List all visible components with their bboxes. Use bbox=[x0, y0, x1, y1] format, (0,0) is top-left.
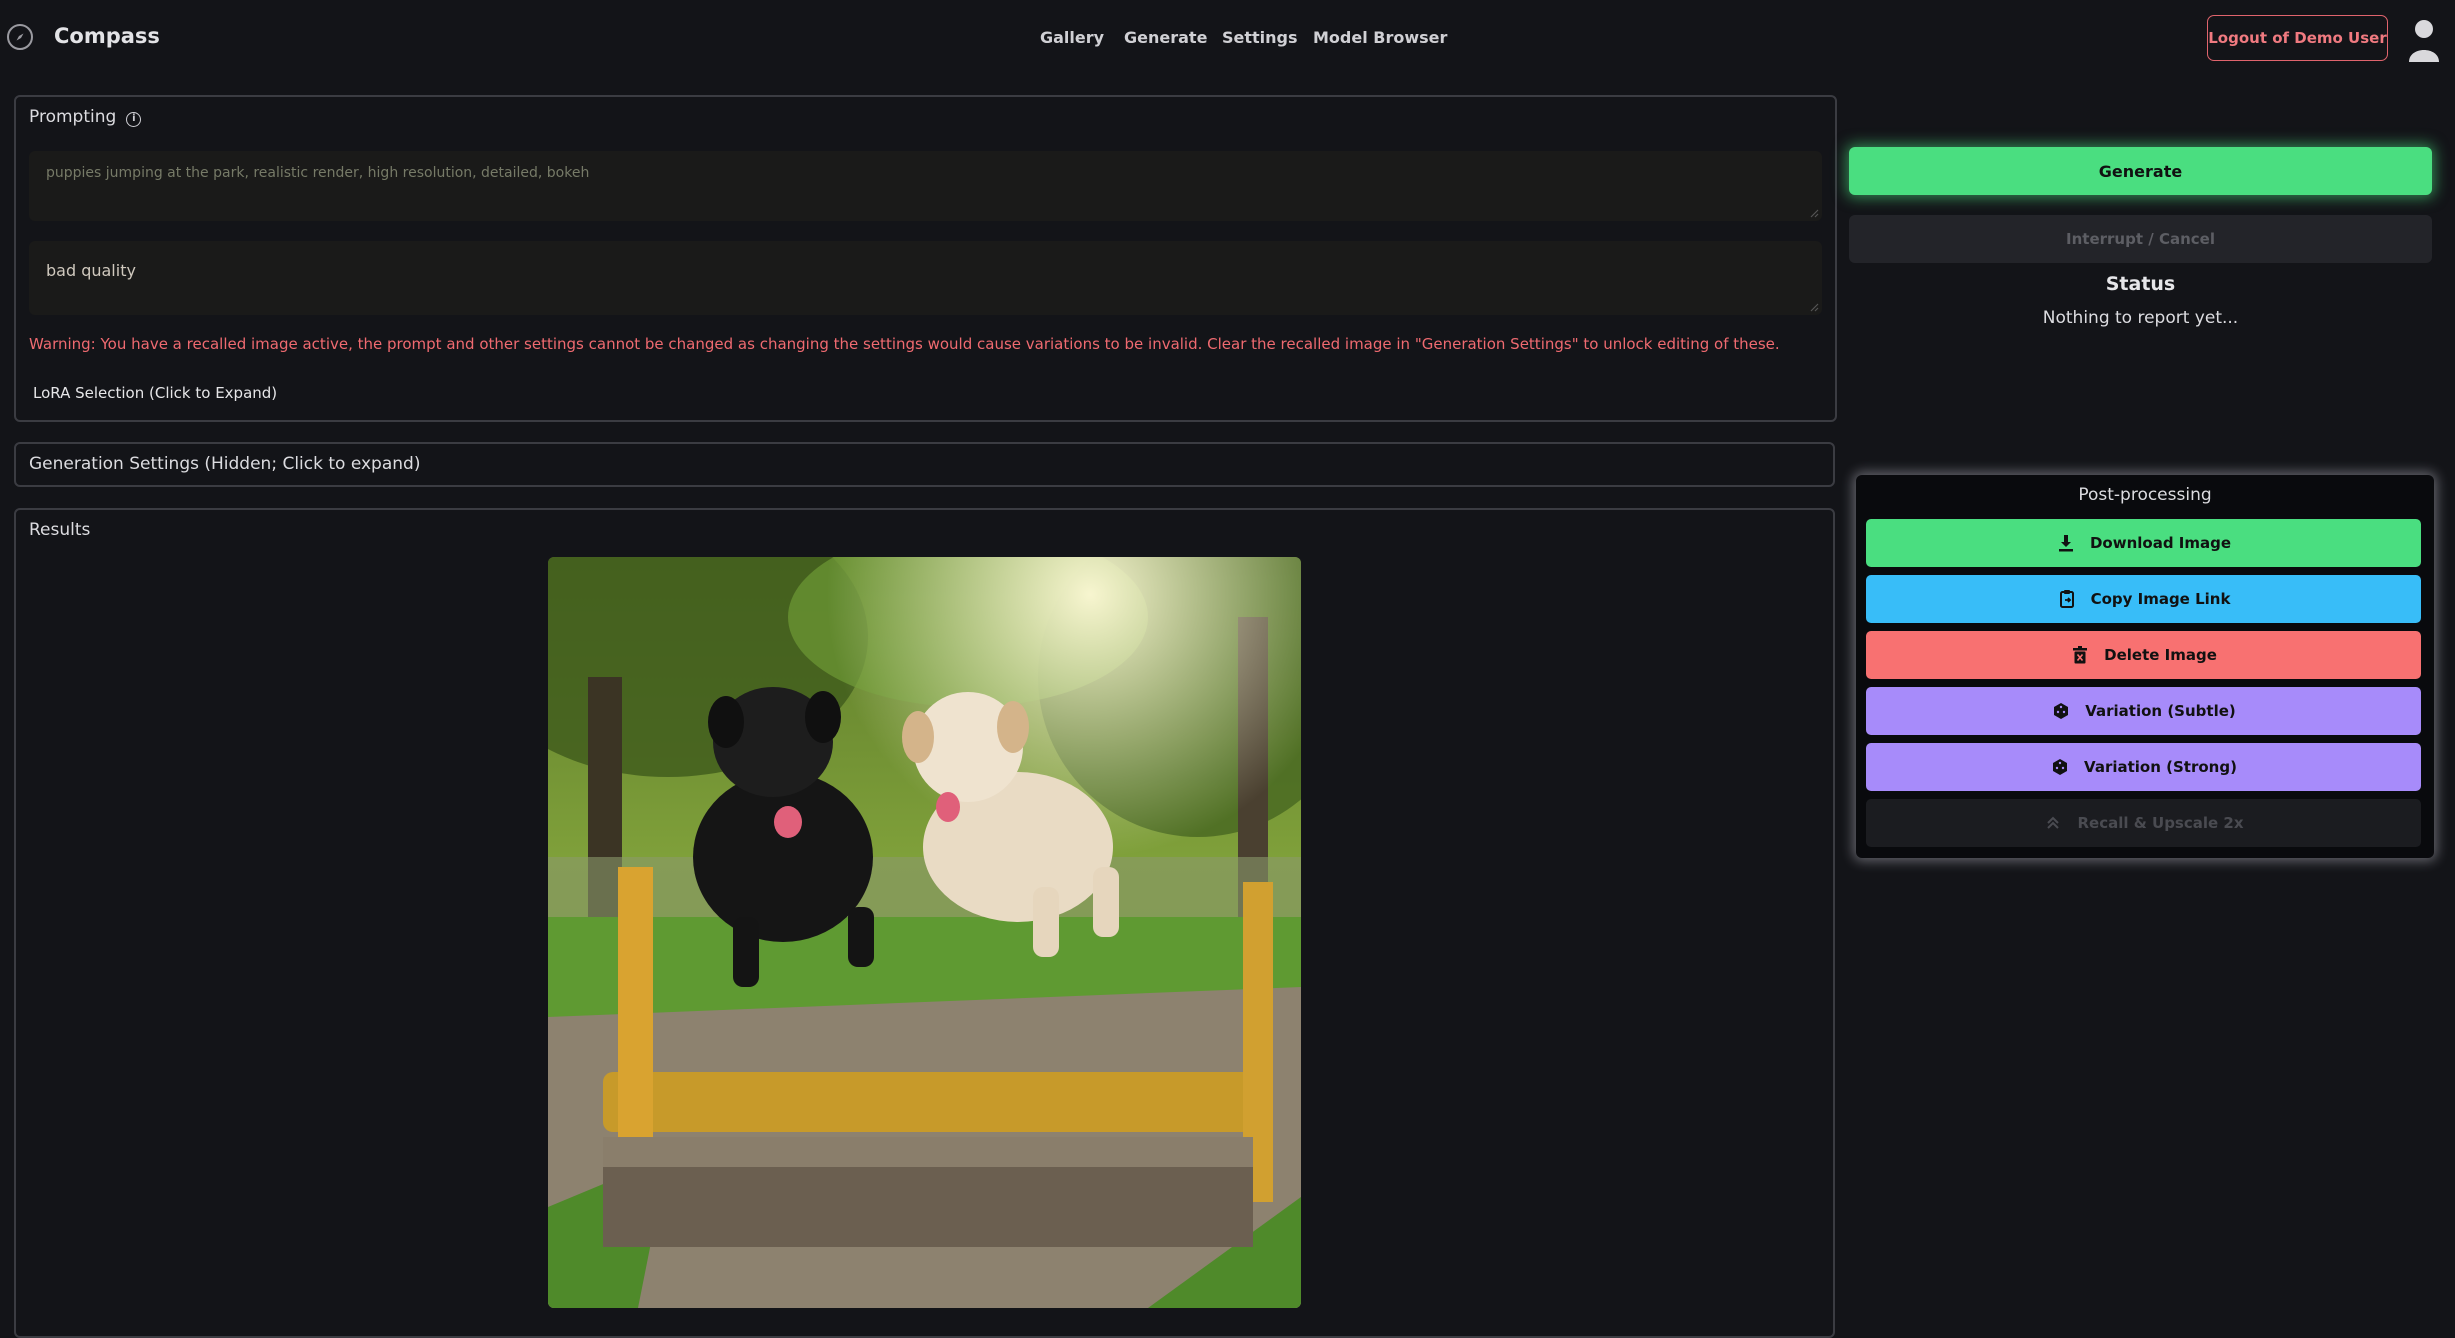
positive-prompt-placeholder: puppies jumping at the park, realistic r… bbox=[46, 165, 590, 181]
prompting-title: Prompting i bbox=[29, 107, 142, 127]
resize-handle-icon[interactable] bbox=[1809, 302, 1819, 312]
chevrons-up-icon bbox=[2047, 816, 2060, 829]
info-icon[interactable]: i bbox=[126, 112, 142, 127]
prompting-title-text: Prompting bbox=[29, 107, 117, 127]
lora-selection-toggle[interactable]: LoRA Selection (Click to Expand) bbox=[33, 384, 277, 402]
top-navbar: Compass Gallery Generate Settings Model … bbox=[0, 0, 2455, 78]
logout-button[interactable]: Logout of Demo User bbox=[2207, 15, 2388, 61]
dice-icon bbox=[2053, 759, 2068, 775]
recall-upscale-label: Recall & Upscale 2x bbox=[2077, 814, 2244, 832]
nav-settings[interactable]: Settings bbox=[1222, 28, 1298, 47]
results-title: Results bbox=[29, 520, 91, 540]
delete-image-button[interactable]: Delete Image bbox=[1866, 631, 2421, 679]
brand-name[interactable]: Compass bbox=[54, 24, 160, 48]
variation-subtle-button[interactable]: Variation (Subtle) bbox=[1866, 687, 2421, 735]
generate-button[interactable]: Generate bbox=[1849, 147, 2432, 195]
copy-image-link-button[interactable]: Copy Image Link bbox=[1866, 575, 2421, 623]
nav-model-browser[interactable]: Model Browser bbox=[1313, 28, 1447, 47]
generated-image[interactable] bbox=[548, 557, 1301, 1308]
interrupt-cancel-button[interactable]: Interrupt / Cancel bbox=[1849, 215, 2432, 263]
dice-icon bbox=[2054, 703, 2069, 719]
negative-prompt-input[interactable]: bad quality bbox=[29, 241, 1822, 315]
trash-icon bbox=[2073, 646, 2088, 664]
download-icon bbox=[2058, 535, 2073, 552]
positive-prompt-input[interactable]: puppies jumping at the park, realistic r… bbox=[29, 151, 1822, 221]
recall-upscale-button[interactable]: Recall & Upscale 2x bbox=[1866, 799, 2421, 847]
nav-generate[interactable]: Generate bbox=[1124, 28, 1207, 47]
variation-subtle-label: Variation (Subtle) bbox=[2085, 702, 2236, 720]
status-text: Nothing to report yet... bbox=[2042, 308, 2239, 328]
status-title: Status bbox=[2105, 273, 2176, 295]
copy-image-link-label: Copy Image Link bbox=[2090, 590, 2231, 608]
variation-strong-label: Variation (Strong) bbox=[2084, 758, 2237, 776]
recalled-image-warning: Warning: You have a recalled image activ… bbox=[29, 335, 1780, 353]
prompting-panel: Prompting i puppies jumping at the park, … bbox=[14, 95, 1837, 422]
compass-icon[interactable] bbox=[7, 24, 33, 50]
clipboard-icon bbox=[2059, 590, 2074, 608]
generation-settings-panel[interactable]: Generation Settings (Hidden; Click to ex… bbox=[14, 442, 1835, 487]
generation-settings-toggle[interactable]: Generation Settings (Hidden; Click to ex… bbox=[29, 454, 420, 474]
delete-image-label: Delete Image bbox=[2104, 646, 2217, 664]
nav-gallery[interactable]: Gallery bbox=[1040, 28, 1104, 47]
negative-prompt-value: bad quality bbox=[46, 261, 136, 280]
download-image-button[interactable]: Download Image bbox=[1866, 519, 2421, 567]
post-processing-panel: Post-processing Download Image Copy Imag… bbox=[1856, 475, 2434, 858]
post-processing-title: Post-processing bbox=[2078, 485, 2212, 505]
user-icon[interactable] bbox=[2407, 18, 2441, 64]
variation-strong-button[interactable]: Variation (Strong) bbox=[1866, 743, 2421, 791]
resize-handle-icon[interactable] bbox=[1809, 208, 1819, 218]
download-image-label: Download Image bbox=[2089, 534, 2232, 552]
